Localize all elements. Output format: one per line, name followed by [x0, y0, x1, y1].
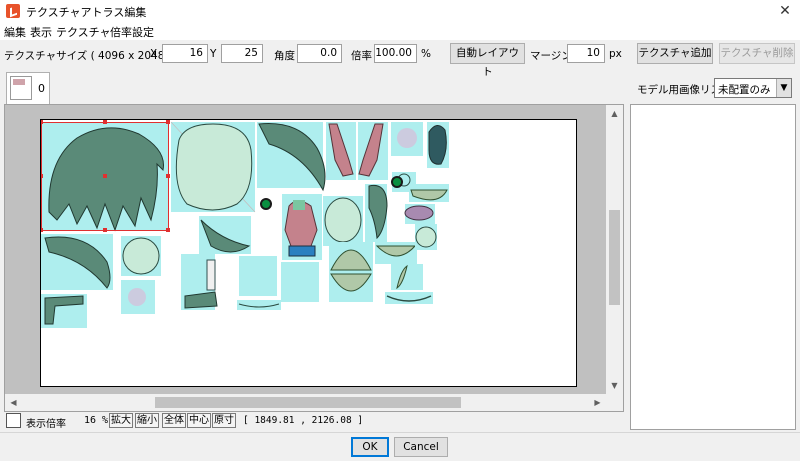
- scale-input[interactable]: 100.00: [374, 44, 417, 63]
- delete-texture-button: テクスチャ削除: [719, 43, 795, 64]
- texture-size-label: テクスチャサイズ ( 4096 x 2048 ): [4, 50, 172, 62]
- menu-bar: 編集 表示 テクスチャ 倍率設定: [0, 22, 800, 40]
- y-label: Y: [210, 48, 217, 60]
- margin-label: マージン: [530, 50, 572, 62]
- texture-tab-strip: 0: [4, 70, 624, 104]
- part-sleeve[interactable]: [41, 294, 87, 328]
- part-small-2[interactable]: [427, 122, 449, 168]
- part-small-6[interactable]: [391, 264, 423, 290]
- part-face[interactable]: [170, 121, 256, 213]
- part-arc-2[interactable]: [385, 292, 433, 304]
- scroll-down-icon[interactable]: ▼: [606, 377, 623, 394]
- scroll-corner: [606, 394, 623, 411]
- part-eye-right[interactable]: [260, 198, 272, 210]
- margin-unit: px: [609, 48, 622, 60]
- part-arc-1[interactable]: [237, 300, 281, 310]
- status-bar: 表示倍率 16 % 拡大 縮小 全体 中心 原寸 [ 1849.81 , 212…: [4, 412, 624, 430]
- vertical-scroll-thumb[interactable]: [609, 210, 620, 305]
- horizontal-scroll-thumb[interactable]: [155, 397, 461, 408]
- part-hair-side[interactable]: [41, 234, 113, 290]
- x-input[interactable]: 16: [162, 44, 208, 63]
- y-input[interactable]: 25: [221, 44, 263, 63]
- cursor-coordinates: [ 1849.81 , 2126.08 ]: [243, 415, 364, 426]
- title-bar: テクスチャアトラス編集 ✕: [0, 0, 800, 22]
- window-title: テクスチャアトラス編集: [26, 6, 147, 19]
- part-mouth[interactable]: [404, 204, 435, 224]
- menu-view[interactable]: 表示: [30, 24, 52, 40]
- close-button[interactable]: ✕: [770, 0, 800, 22]
- part-small-1[interactable]: [391, 122, 423, 156]
- fit-all-button[interactable]: 全体: [162, 413, 186, 428]
- atlas-canvas[interactable]: ▲ ▼ ◀ ▶: [4, 104, 624, 412]
- filter-select-value: 未配置のみ: [718, 84, 771, 96]
- part-square-1[interactable]: [239, 256, 277, 296]
- part-tail[interactable]: [365, 184, 388, 242]
- chevron-down-icon[interactable]: ▼: [776, 79, 791, 97]
- part-small-3[interactable]: [375, 242, 417, 264]
- ok-button[interactable]: OK: [351, 437, 389, 457]
- x-label: X: [150, 48, 158, 60]
- horizontal-scrollbar[interactable]: ◀ ▶: [5, 394, 606, 411]
- zoom-level: 16 %: [84, 415, 109, 426]
- part-half-circle-1[interactable]: [329, 242, 373, 272]
- filter-select[interactable]: 未配置のみ ▼: [714, 78, 792, 98]
- scale-label: 倍率: [351, 50, 372, 62]
- part-square-2[interactable]: [281, 262, 319, 302]
- part-arms[interactable]: [326, 122, 388, 180]
- display-scale-label: 表示倍率: [26, 419, 66, 430]
- scroll-up-icon[interactable]: ▲: [606, 105, 623, 122]
- part-neck[interactable]: [323, 196, 363, 246]
- texture-sheet[interactable]: [39, 119, 578, 388]
- center-button[interactable]: 中心: [187, 413, 211, 428]
- actual-size-button[interactable]: 原寸: [212, 413, 236, 428]
- model-image-list[interactable]: [630, 104, 796, 430]
- add-texture-button[interactable]: テクスチャ追加: [637, 43, 713, 64]
- menu-edit[interactable]: 編集: [4, 24, 26, 40]
- zoom-out-button[interactable]: 縮小: [135, 413, 159, 428]
- part-body[interactable]: [282, 194, 322, 260]
- display-scale-checkbox[interactable]: [6, 413, 21, 428]
- menu-scale-settings[interactable]: 倍率設定: [110, 24, 154, 40]
- angle-label: 角度: [274, 50, 295, 62]
- menu-texture[interactable]: テクスチャ: [56, 24, 111, 40]
- part-half-circle-2[interactable]: [329, 272, 373, 302]
- scale-unit: %: [421, 48, 431, 60]
- tab-label: 0: [38, 82, 45, 95]
- part-leaf[interactable]: [199, 216, 251, 254]
- angle-input[interactable]: 0.0: [297, 44, 342, 63]
- part-hair-front[interactable]: [257, 122, 326, 192]
- texture-thumbnail: [10, 76, 32, 100]
- texture-parts[interactable]: [39, 120, 578, 388]
- auto-layout-button[interactable]: 自動レイアウト: [450, 43, 525, 78]
- part-leg[interactable]: [181, 254, 218, 310]
- app-icon: [6, 4, 20, 18]
- part-circle-1[interactable]: [121, 236, 161, 276]
- scroll-right-icon[interactable]: ▶: [589, 394, 606, 411]
- scroll-left-icon[interactable]: ◀: [5, 394, 22, 411]
- footer-divider: [0, 432, 800, 433]
- part-small-5[interactable]: [121, 280, 155, 314]
- part-ear[interactable]: [409, 184, 449, 202]
- toolbar: テクスチャサイズ ( 4096 x 2048 ) X 16 Y 25 角度 0.…: [0, 40, 800, 78]
- model-image-panel: モデル用画像リスト 未配置のみ ▼: [628, 70, 798, 432]
- part-small-4[interactable]: [415, 224, 437, 250]
- zoom-in-button[interactable]: 拡大: [109, 413, 133, 428]
- tab-texture-0[interactable]: 0: [6, 72, 50, 104]
- vertical-scrollbar[interactable]: ▲ ▼: [606, 105, 623, 394]
- cancel-button[interactable]: Cancel: [394, 437, 448, 457]
- margin-input[interactable]: 10: [567, 44, 605, 63]
